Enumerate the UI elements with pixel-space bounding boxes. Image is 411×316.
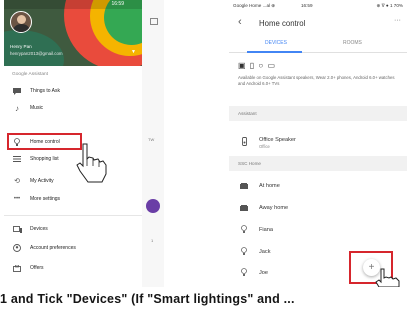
avatar[interactable]: [10, 11, 32, 33]
music-note-icon: ♪: [15, 103, 19, 113]
overflow-menu-icon[interactable]: ···: [394, 17, 401, 24]
tab-devices[interactable]: DEVICES: [265, 40, 287, 46]
app-bar: ‹ Home control ···: [229, 14, 407, 34]
user-name: Henry Pan: [10, 44, 32, 49]
device-room: Office: [259, 144, 270, 149]
history-icon: ⟲: [14, 178, 20, 185]
lightbulb-icon: [229, 225, 259, 234]
device-types-icon: ▣ ▯ ○ ▭: [238, 61, 277, 70]
device-row-office-speaker[interactable]: [229, 132, 407, 151]
menu-item-things-to-ask[interactable]: Things to Ask: [4, 83, 142, 99]
section-label: Google Assistant: [12, 72, 48, 77]
room-icon: [229, 182, 259, 189]
device-name: Away home: [259, 204, 289, 211]
device-row-fiana[interactable]: Fiana: [229, 220, 407, 239]
menu-item-music[interactable]: ♪ Music: [4, 100, 142, 116]
instruction-caption: 1 and Tick "Devices" (If "Smart lighting…: [0, 292, 295, 306]
status-bar: Google Home ...al ⊕ 16:59 ⊕ ∇ ● 1 70%: [229, 0, 407, 12]
tab-indicator: [247, 51, 302, 53]
menu-item-more-settings[interactable]: ••• More settings: [4, 191, 142, 207]
floating-action-button: [146, 199, 160, 213]
menu-item-devices[interactable]: Devices: [4, 221, 142, 237]
tab-rooms[interactable]: ROOMS: [343, 40, 362, 46]
menu-item-account-preferences[interactable]: Account preferences: [4, 240, 142, 256]
status-bar: 16:59: [4, 0, 142, 9]
menu-item-offers[interactable]: Offers: [4, 260, 142, 276]
menu-label: Shopping list: [30, 156, 59, 162]
menu-label: Things to Ask: [30, 88, 61, 94]
status-right: ⊕ ∇ ● 1 70%: [376, 3, 403, 8]
menu-label: Music: [30, 105, 44, 111]
pointing-hand-icon: [76, 143, 107, 183]
window-icon: [150, 18, 158, 25]
menu-label: Offers: [30, 265, 44, 271]
back-arrow-icon[interactable]: ‹: [238, 16, 242, 28]
device-row-at-home[interactable]: At home: [229, 176, 407, 195]
devices-icon: [4, 225, 30, 233]
speaker-icon: [229, 137, 259, 146]
background-screen-strip: TW 1: [142, 0, 164, 287]
device-name: Fiana: [259, 226, 273, 233]
left-phone-screenshot: 16:59 Henry Pan henrypan2013@gmail.com ▼…: [4, 0, 164, 287]
navigation-drawer: 16:59 Henry Pan henrypan2013@gmail.com ▼…: [4, 0, 142, 287]
page-title: Home control: [259, 19, 306, 28]
menu-label: My Activity: [30, 178, 54, 184]
user-email: henrypan2013@gmail.com: [10, 51, 63, 56]
background-text: TW: [148, 137, 155, 142]
account-icon: [4, 244, 30, 252]
device-name: At home: [259, 182, 280, 189]
more-icon: •••: [13, 196, 21, 202]
menu-item-shopping-list[interactable]: Shopping list: [4, 151, 142, 167]
device-row-away-home[interactable]: Away home: [229, 198, 407, 217]
room-icon: [229, 204, 259, 211]
status-time: 16:59: [301, 3, 313, 8]
device-name: Office Speaker: [259, 137, 296, 143]
divider: [4, 215, 142, 216]
background-number: 1: [151, 238, 154, 243]
chevron-down-icon[interactable]: ▼: [131, 49, 136, 55]
device-name: Jack: [259, 248, 271, 255]
tab-bar: DEVICES ROOMS: [229, 37, 407, 53]
list-icon: [4, 156, 30, 162]
status-left: Google Home ...al ⊕: [233, 3, 276, 8]
highlight-box: [7, 133, 82, 150]
menu-label: Account preferences: [30, 245, 76, 251]
section-label-assistant: Assistant: [238, 111, 257, 116]
section-label-home: SSC Home: [238, 161, 261, 166]
drawer-header: 16:59 Henry Pan henrypan2013@gmail.com ▼: [4, 0, 142, 66]
menu-item-my-activity[interactable]: ⟲ My Activity: [4, 173, 142, 189]
chat-icon: [4, 87, 30, 95]
availability-text: Available on Google Assistant speakers, …: [238, 75, 395, 86]
menu-label: Devices: [30, 226, 48, 232]
lightbulb-icon: [229, 268, 259, 277]
lightbulb-icon: [229, 247, 259, 256]
pointing-hand-icon: [375, 268, 400, 287]
offers-icon: [4, 264, 30, 272]
device-name: Joe: [259, 269, 269, 276]
menu-label: More settings: [30, 196, 61, 202]
right-phone-screenshot: Google Home ...al ⊕ 16:59 ⊕ ∇ ● 1 70% ‹ …: [229, 0, 407, 287]
